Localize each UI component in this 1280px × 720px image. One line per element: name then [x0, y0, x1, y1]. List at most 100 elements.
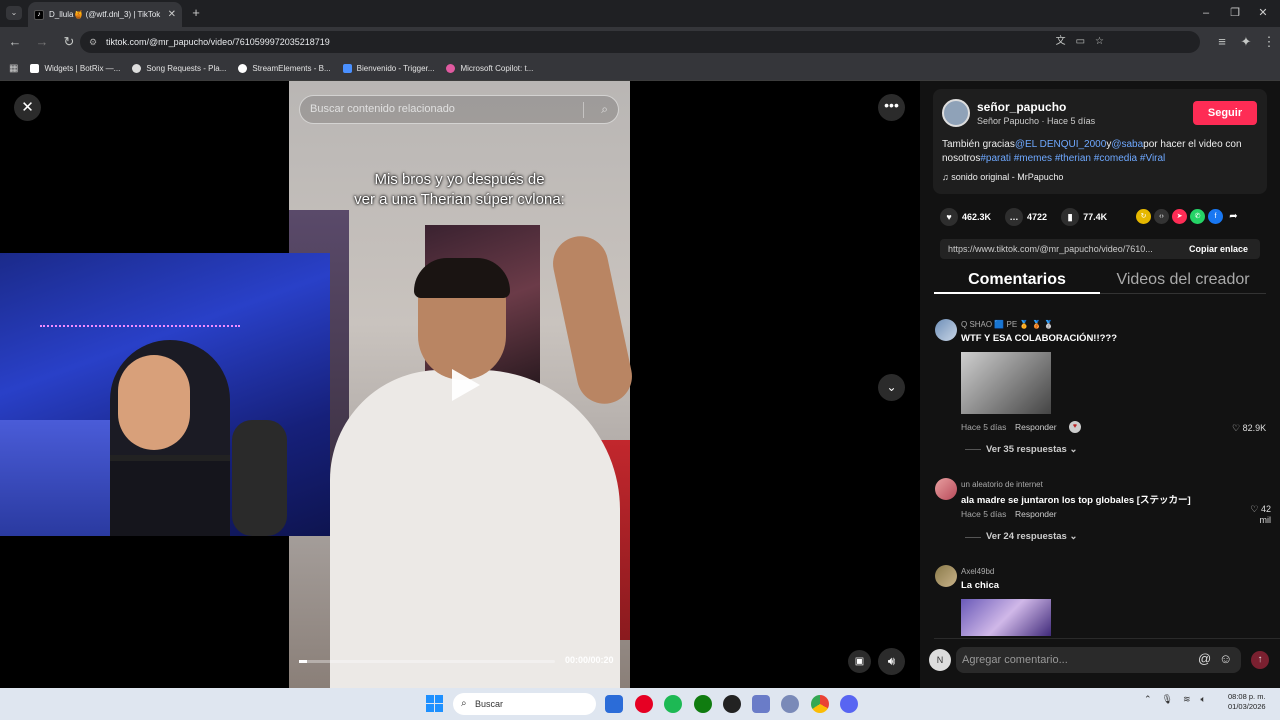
mention-link[interactable]: @EL DENQUI_2000 — [1015, 139, 1107, 150]
maximize-icon[interactable]: ❐ — [1224, 4, 1246, 22]
bookmark-item[interactable]: Song Requests - Pla... — [132, 64, 226, 73]
settings-gear-icon[interactable] — [781, 695, 799, 713]
wifi-icon[interactable]: ≋ — [1183, 694, 1191, 705]
comment-avatar[interactable] — [935, 478, 957, 500]
translate-icon[interactable]: 文 — [1056, 31, 1066, 53]
view-replies-button[interactable]: Ver 24 respuestas ⌄ — [986, 531, 1077, 542]
comment-avatar[interactable] — [935, 565, 957, 587]
bookmark-item[interactable]: StreamElements - B... — [238, 64, 331, 73]
comment-likes[interactable]: ♡ 82.9K — [1232, 423, 1266, 434]
share-arrow-icon[interactable]: ➦ — [1226, 209, 1241, 224]
comment-text: La chica — [961, 580, 1000, 591]
comment-image[interactable] — [961, 599, 1051, 636]
menu-kebab-icon[interactable]: ⋮ — [1257, 30, 1280, 54]
embed-icon[interactable]: ‹› — [1154, 209, 1169, 224]
mention-link[interactable]: @saba — [1111, 139, 1143, 150]
comment-image[interactable] — [961, 352, 1051, 414]
view-replies-label: Ver 24 respuestas — [986, 531, 1067, 542]
like-button[interactable]: ♥ 462.3K — [940, 208, 991, 226]
bookmark-label: Song Requests - Pla... — [146, 64, 227, 73]
author-subtitle: Señor Papucho · Hace 5 días — [977, 116, 1096, 126]
tab-comments[interactable]: Comentarios — [934, 270, 1100, 294]
facebook-icon[interactable]: f — [1208, 209, 1223, 224]
caption-line: ver a una Therian súper cvlona: — [354, 191, 565, 208]
author-username[interactable]: señor_papucho — [977, 100, 1066, 114]
spotify-icon[interactable] — [664, 695, 682, 713]
sound-label: sonido original - MrPapucho — [951, 172, 1064, 182]
avatar[interactable] — [942, 99, 970, 127]
more-options-icon[interactable]: ••• — [878, 94, 905, 121]
emoji-icon[interactable]: ☺ — [1219, 651, 1232, 666]
extensions-icon[interactable]: ✦ — [1234, 30, 1258, 54]
reply-button[interactable]: Responder — [1015, 422, 1057, 432]
minimize-icon[interactable]: – — [1195, 4, 1217, 22]
microphone-icon[interactable]: 🎙︎ — [1162, 694, 1173, 705]
reply-button[interactable]: Responder — [1015, 509, 1057, 519]
bookmarks-bar: ▦ Widgets | BotRix —... Song Requests - … — [0, 57, 1280, 81]
video-progress-bar[interactable] — [299, 660, 555, 663]
new-tab-button[interactable]: + — [188, 4, 204, 22]
bookmark-item[interactable]: Widgets | BotRix —... — [30, 64, 120, 73]
comment-count: 4722 — [1027, 212, 1048, 222]
tab-creator-videos[interactable]: Videos del creador — [1100, 270, 1266, 294]
sound-link[interactable]: ♫ sonido original - MrPapucho — [942, 172, 1063, 182]
volume-icon[interactable]: 🔊︎ — [878, 648, 905, 675]
pinterest-icon[interactable] — [635, 695, 653, 713]
taskbar-app-icon[interactable] — [605, 695, 623, 713]
discord-icon[interactable] — [840, 695, 858, 713]
save-button[interactable]: ▮ 77.4K — [1061, 208, 1107, 226]
reading-list-icon[interactable]: ≡ — [1210, 30, 1234, 54]
copy-link-button[interactable]: Copiar enlace — [1189, 239, 1248, 259]
repost-icon[interactable]: ↻ — [1136, 209, 1151, 224]
bookmark-label: StreamElements - B... — [252, 64, 331, 73]
obs-icon[interactable] — [723, 695, 741, 713]
bookmark-item[interactable]: Microsoft Copilot: t... — [446, 64, 533, 73]
xbox-icon[interactable] — [694, 695, 712, 713]
back-icon[interactable]: ← — [3, 30, 27, 54]
forward-icon[interactable]: → — [30, 30, 54, 54]
close-tab-icon[interactable]: ✕ — [168, 9, 176, 20]
comment-username[interactable]: un aleatorio de internet — [961, 480, 1043, 489]
creator-liked-icon: ♥ — [1069, 421, 1081, 433]
chrome-icon[interactable] — [811, 695, 829, 713]
close-icon[interactable]: ✕ — [14, 94, 41, 121]
next-video-chevron-icon[interactable]: ⌄ — [878, 374, 905, 401]
comment-username[interactable]: Q SHAO 🟦 PE 🏅 🥉 🥈 — [961, 320, 1054, 329]
bookmark-star-icon[interactable]: ☆ — [1095, 31, 1104, 53]
whatsapp-icon[interactable]: ✆ — [1190, 209, 1205, 224]
apps-grid-icon[interactable]: ▦ — [9, 63, 18, 74]
taskbar-clock[interactable]: 08:08 p. m. 01/03/2026 — [1228, 692, 1266, 712]
active-tab[interactable]: ♪ D_llula🍯 (@wtf.dnl_3) | TikTok ✕ — [28, 2, 182, 27]
address-bar[interactable]: ⚙ tiktok.com/@mr_papucho/video/761059997… — [80, 31, 1200, 53]
comment-avatar[interactable] — [935, 319, 957, 341]
caption-line: Mis bros y yo después de — [374, 171, 545, 188]
view-replies-button[interactable]: Ver 35 respuestas ⌄ — [986, 444, 1077, 455]
post-link[interactable]: https://www.tiktok.com/@mr_papucho/video… — [948, 244, 1153, 254]
search-icon[interactable]: ⌕ — [601, 96, 608, 123]
heart-icon: ♡ — [1232, 423, 1243, 433]
speaker-icon[interactable]: 🔈︎ — [1201, 694, 1206, 705]
site-info-icon[interactable]: ⚙ — [89, 31, 97, 53]
close-window-icon[interactable]: ✕ — [1252, 4, 1274, 22]
tab-search-button[interactable]: ⌄ — [6, 6, 22, 20]
comment-text: ala madre se juntaron los top globales [… — [961, 495, 1191, 506]
comment-username[interactable]: Axel49bd — [961, 567, 994, 576]
follow-button[interactable]: Seguir — [1193, 101, 1257, 125]
chevron-up-icon[interactable]: ⌃ — [1144, 694, 1152, 705]
play-icon[interactable] — [444, 365, 484, 405]
mention-icon[interactable]: @ — [1198, 651, 1211, 666]
hashtags[interactable]: #parati #memes #therian #comedia #Viral — [980, 153, 1165, 164]
snipping-tool-icon[interactable] — [752, 695, 770, 713]
bookmark-item[interactable]: Bienvenido - Trigger... — [342, 64, 434, 73]
comment-likes[interactable]: ♡ 42 mil — [1241, 504, 1271, 525]
send-comment-icon[interactable]: ↑ — [1251, 651, 1269, 669]
cast-icon[interactable]: ▭ — [1076, 31, 1085, 53]
picture-in-picture-icon[interactable]: ▣ — [848, 650, 871, 673]
reload-icon[interactable]: ↻ — [57, 30, 81, 54]
send-icon[interactable]: ➤ — [1172, 209, 1187, 224]
taskbar-search[interactable]: ⌕ Buscar — [453, 693, 596, 715]
related-search-input[interactable]: Buscar contenido relacionado ⌕ — [299, 95, 619, 124]
comment-button[interactable]: … 4722 — [1005, 208, 1047, 226]
webcam-shirt — [110, 455, 230, 536]
windows-start-icon[interactable] — [426, 695, 443, 712]
